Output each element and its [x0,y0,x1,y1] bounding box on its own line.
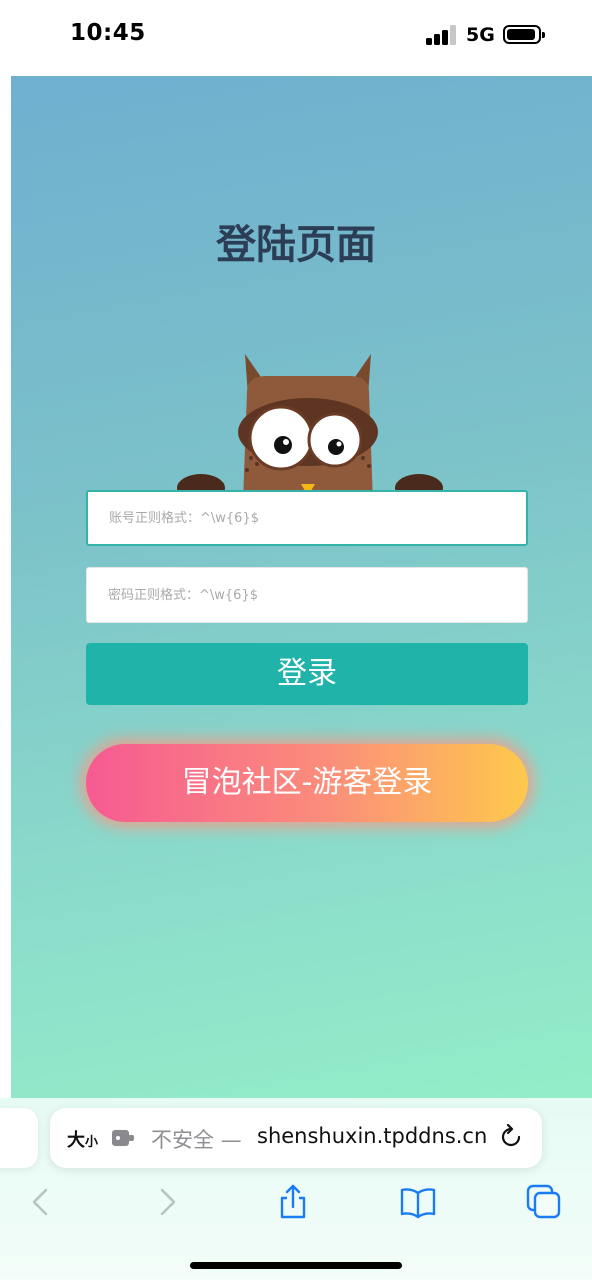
back-icon[interactable] [22,1184,58,1220]
browser-chrome: 大小 不安全 — shenshuxin.tpddns.cn [0,1098,592,1280]
signal-icon [426,25,458,45]
tabs-icon[interactable] [526,1184,562,1220]
text-size-large: 大 [67,1130,85,1151]
share-icon[interactable] [275,1184,311,1220]
page-title: 登陆页面 [216,222,376,268]
text-size-button[interactable]: 大小 [67,1126,98,1152]
home-indicator[interactable] [190,1262,402,1269]
status-bar: 10:45 5G [0,0,592,70]
forward-icon[interactable] [150,1184,186,1220]
password-input[interactable] [87,568,527,622]
url-text[interactable]: shenshuxin.tpddns.cn [257,1124,487,1148]
owl-mascot [238,354,378,502]
extension-icon[interactable] [112,1130,134,1146]
screen: 10:45 5G 登陆页面 账号正则格式：^\w{6}$ 登录 冒泡社区-游客登… [0,0,592,1280]
web-content: 登陆页面 登录 冒泡社区-游客登录 [11,76,592,1098]
battery-icon [503,25,545,44]
network-type: 5G [466,24,495,46]
password-field[interactable] [86,567,528,623]
account-field[interactable] [86,490,528,546]
bookmarks-icon[interactable] [400,1184,436,1220]
login-button[interactable]: 登录 [86,643,528,705]
insecure-label: 不安全 — [151,1128,242,1152]
text-size-small: 小 [85,1135,99,1150]
account-input[interactable] [88,492,526,544]
guest-login-button[interactable]: 冒泡社区-游客登录 [86,744,528,822]
reload-icon[interactable] [498,1124,524,1150]
status-time: 10:45 [70,20,146,46]
address-bar[interactable]: 大小 不安全 — shenshuxin.tpddns.cn [50,1108,542,1168]
previous-tab-card[interactable] [0,1108,38,1168]
